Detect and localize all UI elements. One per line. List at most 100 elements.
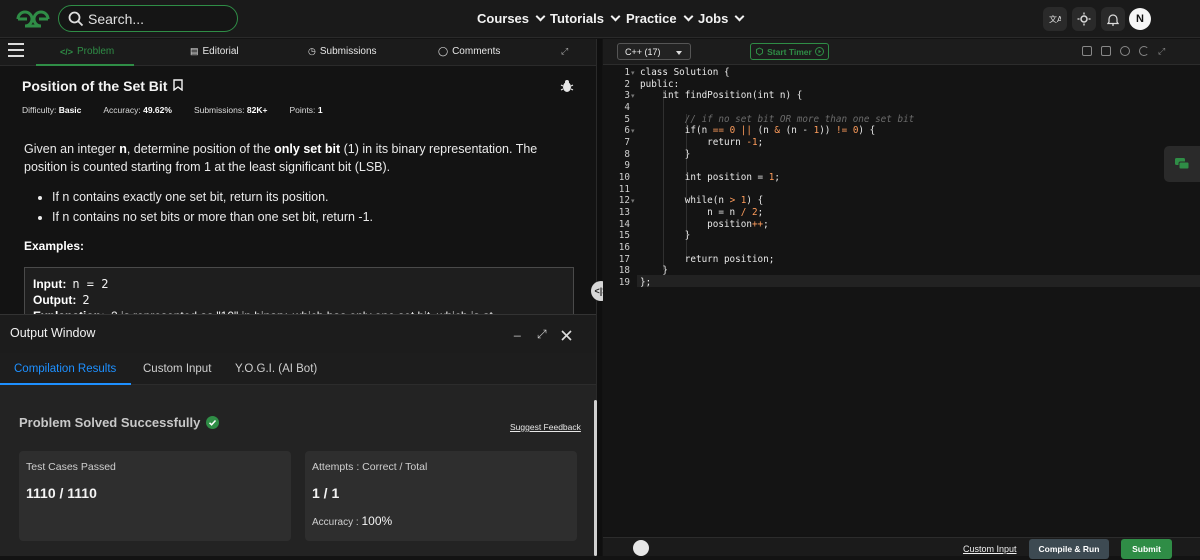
- line-number: 4: [624, 102, 630, 113]
- tab-comments[interactable]: ◯ Comments: [438, 46, 500, 57]
- line-number: 2: [624, 78, 630, 90]
- difficulty-label: Difficulty:: [22, 105, 57, 115]
- code-line[interactable]: };: [640, 277, 651, 289]
- nav-jobs-label: Jobs: [698, 11, 729, 26]
- code-line[interactable]: return -1;: [640, 137, 763, 149]
- scrollbar[interactable]: [594, 400, 597, 556]
- problem-meta: Difficulty: Basic Accuracy: 49.62% Submi…: [22, 105, 323, 115]
- fold-arrow-icon[interactable]: ▾: [631, 92, 635, 100]
- output-value: 2: [82, 293, 90, 307]
- copy-icon[interactable]: [1082, 46, 1092, 56]
- fold-arrow-icon[interactable]: ▾: [631, 197, 635, 205]
- custom-input-link[interactable]: Custom Input: [963, 544, 1017, 554]
- accuracy-value: 49.62%: [143, 105, 172, 115]
- line-number: 1: [624, 67, 630, 78]
- start-timer-button[interactable]: Start Timer: [750, 43, 829, 60]
- expand-icon[interactable]: ⤢: [561, 46, 568, 57]
- attempts-label: Attempts : Correct / Total: [312, 461, 428, 473]
- examples-heading: Examples:: [24, 239, 85, 253]
- code-line[interactable]: // if no set bit OR more than one set bi…: [640, 114, 915, 126]
- expand-icon[interactable]: ⤢: [537, 327, 547, 342]
- code-line[interactable]: }: [640, 230, 691, 242]
- active-tab-indicator: [36, 64, 134, 66]
- code-line[interactable]: }: [640, 265, 668, 277]
- language-select[interactable]: C++ (17): [617, 43, 691, 60]
- import-icon[interactable]: [1101, 46, 1111, 56]
- search-bar[interactable]: Search...: [58, 5, 238, 32]
- code-line[interactable]: int position = 1;: [640, 172, 780, 184]
- svg-text:文A: 文A: [1049, 14, 1061, 24]
- fold-arrow-icon[interactable]: ▾: [631, 69, 635, 77]
- nav-courses[interactable]: Courses: [477, 11, 546, 26]
- code-line[interactable]: if(n == 0 || (n & (n - 1)) != 0) {: [640, 125, 875, 137]
- code-line[interactable]: position++;: [640, 219, 769, 231]
- current-line-highlight: [637, 275, 1200, 287]
- problem-tabs: </> Problem ▤ Editorial ◷ Submissions ◯ Comm…: [0, 39, 596, 66]
- difficulty-value: Basic: [58, 105, 82, 115]
- code-line[interactable]: n = n / 2;: [640, 207, 763, 219]
- search-placeholder: Search...: [88, 11, 145, 27]
- bookmark-icon[interactable]: [173, 79, 184, 92]
- accuracy-label: Accuracy :: [312, 517, 359, 528]
- minimize-icon[interactable]: _: [514, 323, 521, 337]
- constraints-list: If n contains exactly one set bit, retur…: [38, 187, 373, 227]
- line-number: 11: [618, 183, 630, 195]
- nav-jobs[interactable]: Jobs: [698, 11, 745, 26]
- hamburger-menu-icon[interactable]: [8, 43, 24, 57]
- report-bug-icon[interactable]: [560, 79, 574, 93]
- suggest-feedback-link[interactable]: Suggest Feedback: [510, 422, 581, 432]
- close-icon[interactable]: [561, 330, 572, 341]
- tab-editorial[interactable]: ▤ Editorial: [190, 46, 239, 57]
- clock-icon: ◷: [308, 46, 316, 56]
- code-line[interactable]: return position;: [640, 254, 775, 266]
- points-value: 1: [317, 105, 323, 115]
- line-number: 9: [624, 160, 630, 172]
- tab-yogi-bot[interactable]: Y.O.G.I. (AI Bot): [235, 363, 317, 375]
- theme-toggle-icon[interactable]: [1072, 7, 1096, 31]
- testcases-value: 1110 / 1110: [26, 485, 97, 501]
- language-value: C++ (17): [625, 47, 661, 57]
- chat-icon: [1175, 158, 1190, 170]
- tab-problem[interactable]: </> Problem: [60, 46, 114, 57]
- accuracy: Accuracy: 49.62%: [103, 105, 172, 115]
- accuracy-value: 100%: [361, 514, 393, 528]
- desc-bold-n: n: [119, 142, 127, 156]
- active-tab-indicator: [0, 383, 131, 385]
- settings-icon[interactable]: [1120, 46, 1130, 56]
- submit-button[interactable]: Submit: [1121, 539, 1172, 559]
- code-line[interactable]: int findPosition(int n) {: [640, 90, 802, 102]
- fullscreen-icon[interactable]: ⤢: [1158, 46, 1168, 56]
- tab-custom-input[interactable]: Custom Input: [143, 363, 211, 375]
- code-line[interactable]: class Solution {: [640, 67, 730, 79]
- nav-practice-label: Practice: [626, 11, 677, 26]
- nav-tutorials[interactable]: Tutorials: [550, 11, 621, 26]
- desc-bold: only set bit: [274, 142, 341, 156]
- problem-title: Position of the Set Bit: [22, 78, 184, 94]
- nav-courses-label: Courses: [477, 11, 530, 26]
- hint-bulb-icon[interactable]: [633, 540, 649, 556]
- chevron-down-icon: [610, 11, 621, 22]
- submissions-value: 82K+: [246, 105, 268, 115]
- tab-submissions[interactable]: ◷ Submissions: [308, 46, 377, 57]
- gfg-logo[interactable]: [14, 8, 52, 30]
- editor-bottom-bar: [603, 537, 1200, 556]
- points: Points: 1: [289, 105, 322, 115]
- nav-practice[interactable]: Practice: [626, 11, 694, 26]
- bell-icon[interactable]: [1101, 7, 1125, 31]
- code-line[interactable]: public:: [640, 79, 679, 91]
- line-number: 5: [624, 113, 630, 125]
- compile-run-button[interactable]: Compile & Run: [1029, 539, 1109, 559]
- line-number: 15: [618, 230, 630, 242]
- tab-compilation-results[interactable]: Compilation Results: [14, 363, 116, 375]
- fold-arrow-icon[interactable]: ▾: [631, 127, 635, 135]
- chat-button[interactable]: [1164, 146, 1200, 182]
- check-circle-icon: [206, 416, 220, 429]
- play-circle-icon: [814, 47, 824, 56]
- start-timer-label: Start Timer: [767, 46, 812, 57]
- translate-icon[interactable]: 文A: [1043, 7, 1067, 31]
- reset-icon[interactable]: [1139, 46, 1149, 56]
- tab-editorial-label: Editorial: [202, 46, 239, 57]
- code-line[interactable]: while(n > 1) {: [640, 195, 763, 207]
- avatar[interactable]: N: [1129, 8, 1151, 30]
- code-line[interactable]: }: [640, 149, 691, 161]
